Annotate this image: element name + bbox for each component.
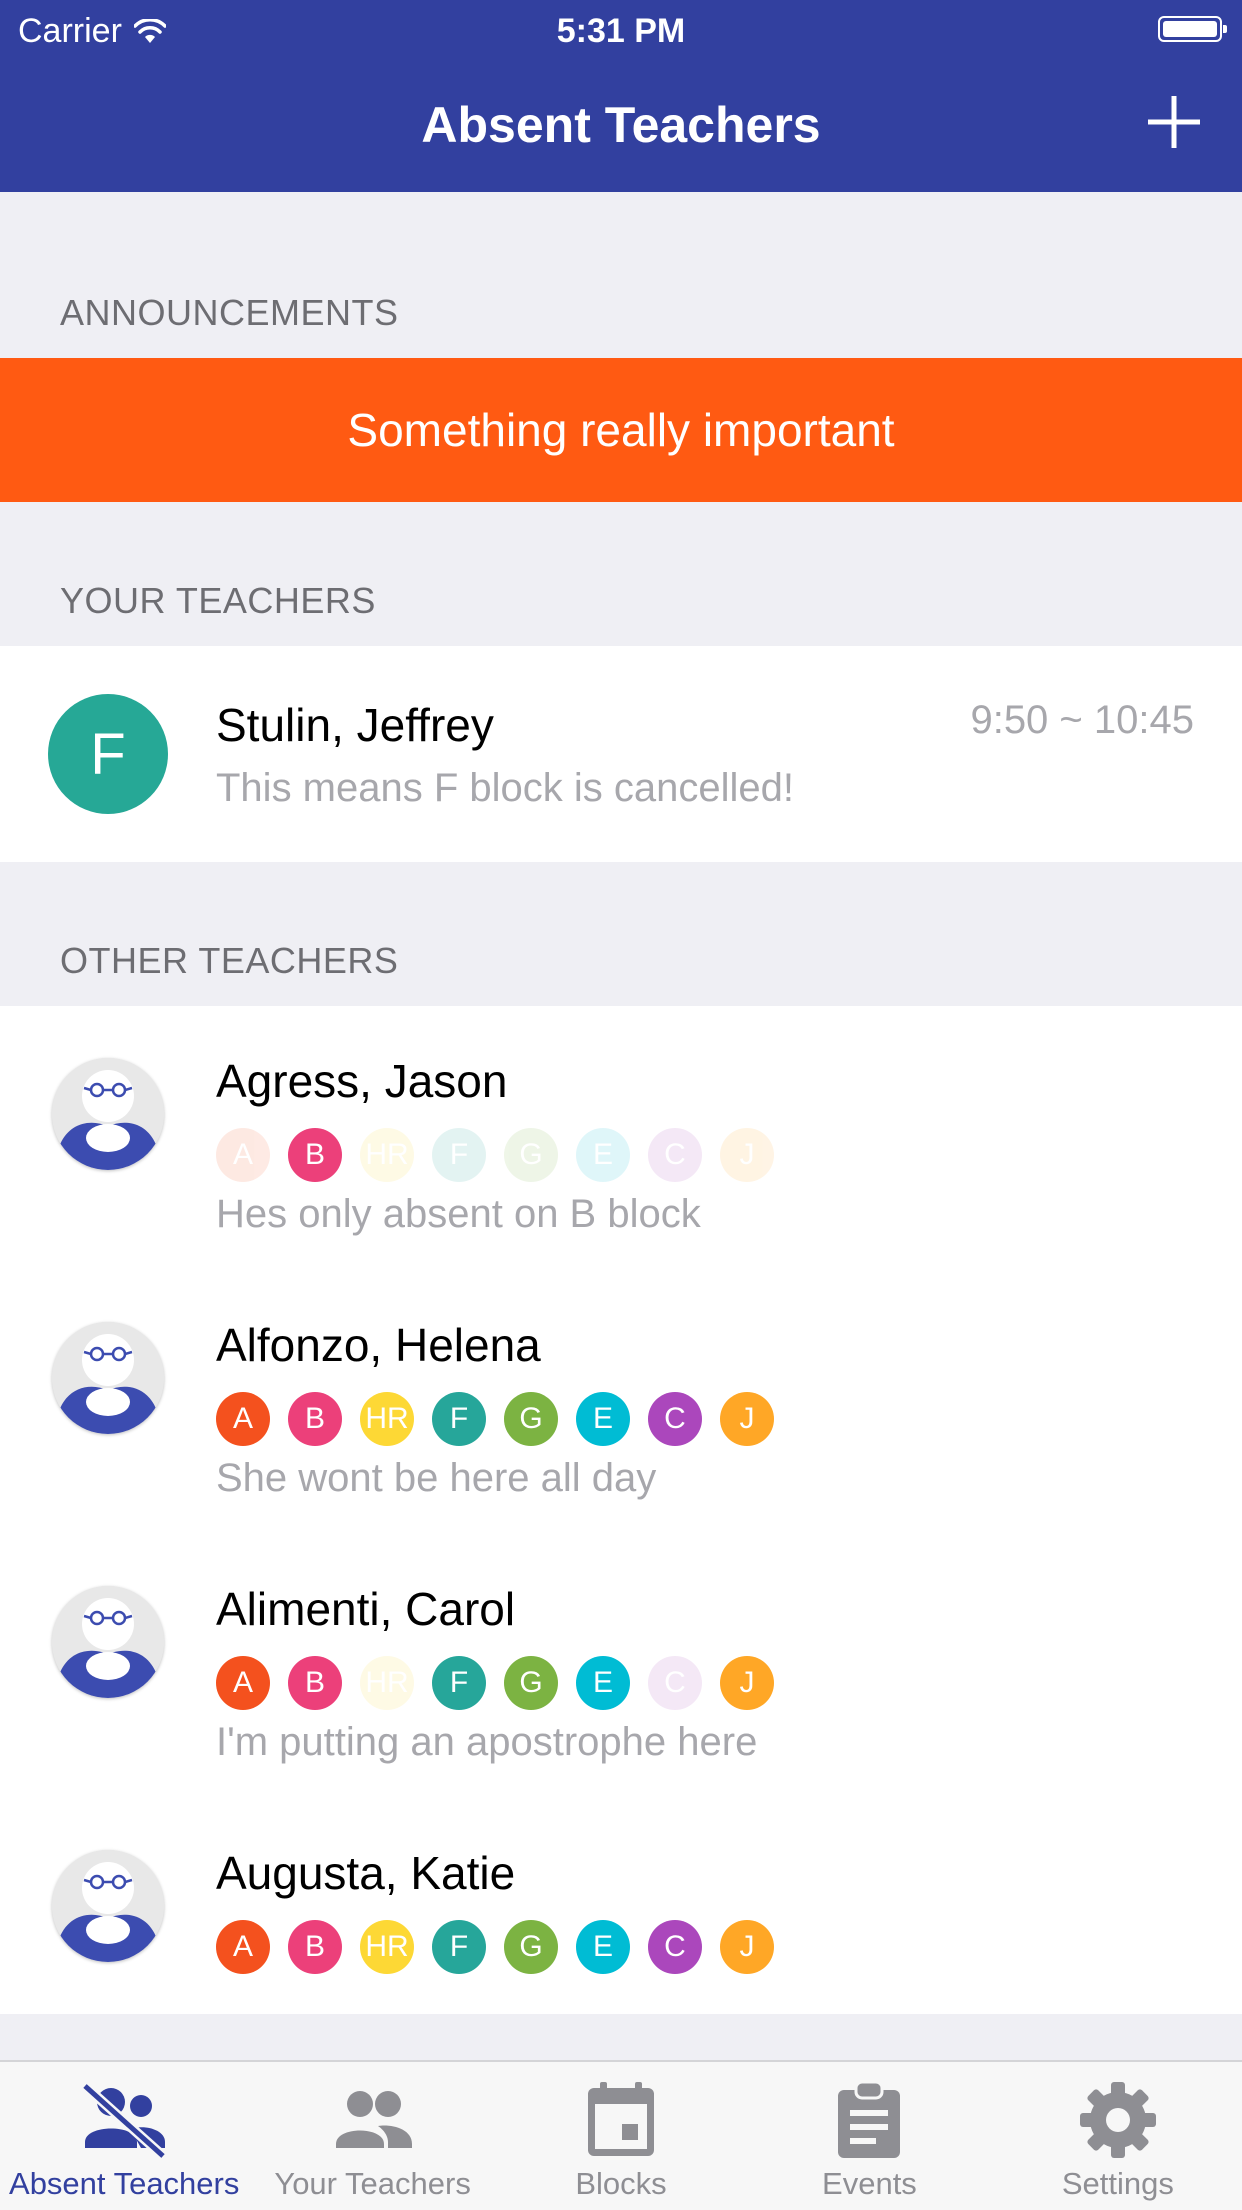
tab-events[interactable]: Events — [745, 2062, 993, 2210]
person-avatar-icon — [52, 1322, 164, 1434]
announcement-text: Something really important — [347, 404, 895, 456]
block-badge-g: G — [504, 1392, 558, 1446]
person-avatar-icon — [52, 1058, 164, 1170]
block-badge-hr: HR — [360, 1392, 414, 1446]
block-badge-hr: HR — [360, 1920, 414, 1974]
block-badge-b: B — [288, 1128, 342, 1182]
teacher-name: Alimenti, Carol — [216, 1583, 516, 1635]
people-icon — [335, 2091, 412, 2148]
tab-absent-teachers[interactable]: Absent Teachers — [0, 2062, 248, 2210]
absent-teachers-icon — [81, 2082, 167, 2160]
block-badge-e: E — [576, 1656, 630, 1710]
block-badge-a: A — [216, 1656, 270, 1710]
block-badge-a: A — [216, 1920, 270, 1974]
block-badge-e: E — [576, 1920, 630, 1974]
calendar-icon — [588, 2082, 655, 2156]
teacher-row[interactable]: Alfonzo, Helena A B HR F G E C J She wont be here… — [0, 1270, 1242, 1534]
tab-label: Settings — [1061, 2166, 1174, 2201]
person-avatar-icon — [52, 1850, 164, 1962]
tab-your-teachers[interactable]: Your Teachers — [248, 2062, 496, 2210]
other-teachers-list: Agress, Jason A B HR F G E C J Hes only absent on… — [0, 1006, 1242, 2014]
teacher-time: 9:50 ~ 10:45 — [970, 698, 1194, 742]
section-header-other-teachers: OTHER TEACHERS — [60, 940, 399, 981]
block-badge-b: B — [288, 1392, 342, 1446]
gear-icon — [1079, 2082, 1156, 2158]
block-badge-j: J — [720, 1128, 774, 1182]
block-badge-f: F — [432, 1920, 486, 1974]
section-header-announcements: ANNOUNCEMENTS — [60, 292, 399, 333]
teacher-name: Alfonzo, Helena — [216, 1319, 541, 1371]
block-badge-e: E — [576, 1128, 630, 1182]
block-badge-f: F — [432, 1656, 486, 1710]
block-badge-b: B — [288, 1656, 342, 1710]
block-badge-j: J — [720, 1656, 774, 1710]
status-time: 5:31 PM — [556, 12, 686, 50]
clipboard-icon — [838, 2080, 901, 2158]
block-badge-hr: HR — [360, 1656, 414, 1710]
block-badge-e: E — [576, 1392, 630, 1446]
block-avatar: F — [48, 694, 168, 814]
battery-icon — [1158, 16, 1227, 42]
block-badge-j: J — [720, 1392, 774, 1446]
block-badge-a: A — [216, 1392, 270, 1446]
block-badge-c: C — [648, 1392, 702, 1446]
block-badge-g: G — [504, 1920, 558, 1974]
teacher-note: This means F block is cancelled! — [216, 766, 795, 810]
block-badge-g: G — [504, 1128, 558, 1182]
block-badge-j: J — [720, 1920, 774, 1974]
teacher-name: Augusta, Katie — [216, 1847, 516, 1899]
block-indicators: A B HR F G E C J — [216, 1656, 774, 1710]
teacher-row[interactable]: Agress, Jason A B HR F G E C J Hes only absent on… — [0, 1006, 1242, 1270]
block-badge-a: A — [216, 1128, 270, 1182]
tab-settings[interactable]: Settings — [994, 2062, 1242, 2210]
teacher-name: Stulin, Jeffrey — [216, 699, 494, 751]
tab-blocks[interactable]: Blocks — [497, 2062, 745, 2210]
block-badge-c: C — [648, 1920, 702, 1974]
teacher-note: Hes only absent on B block — [216, 1192, 701, 1236]
block-badge-hr: HR — [360, 1128, 414, 1182]
page-title: Absent Teachers — [421, 97, 821, 153]
block-badge-b: B — [288, 1920, 342, 1974]
tab-label: Your Teachers — [274, 2166, 471, 2201]
your-teacher-row[interactable]: F Stulin, Jeffrey 9:50 ~ 10:45 This mean… — [0, 646, 1242, 862]
navigation-bar: Carrier 5:31 PM Absent Teachers — [0, 0, 1242, 192]
tab-label: Blocks — [575, 2166, 667, 2201]
teacher-row[interactable]: Alimenti, Carol A B HR F G E C J I'm putting an a… — [0, 1534, 1242, 1798]
block-badge-c: C — [648, 1128, 702, 1182]
add-button[interactable] — [1144, 92, 1204, 152]
teacher-name: Agress, Jason — [216, 1055, 508, 1107]
block-badge-g: G — [504, 1656, 558, 1710]
block-indicators: A B HR F G E C J — [216, 1392, 774, 1446]
block-indicators: A B HR F G E C J — [216, 1920, 774, 1974]
teacher-note: I'm putting an apostrophe here — [216, 1720, 758, 1764]
section-header-your-teachers: YOUR TEACHERS — [60, 580, 376, 621]
teacher-row[interactable]: Augusta, Katie A B HR F G E C J — [0, 1798, 1242, 2062]
tab-label: Absent Teachers — [9, 2166, 240, 2201]
teacher-note: She wont be here all day — [216, 1456, 657, 1500]
block-badge-f: F — [432, 1392, 486, 1446]
block-indicators: A B HR F G E C J — [216, 1128, 774, 1182]
person-avatar-icon — [52, 1586, 164, 1698]
block-badge-c: C — [648, 1656, 702, 1710]
announcement-banner[interactable]: Something really important — [0, 358, 1242, 502]
tab-bar: Absent Teachers Your Teachers Blocks Eve… — [0, 2060, 1242, 2210]
tab-label: Events — [822, 2166, 917, 2201]
block-badge-f: F — [432, 1128, 486, 1182]
